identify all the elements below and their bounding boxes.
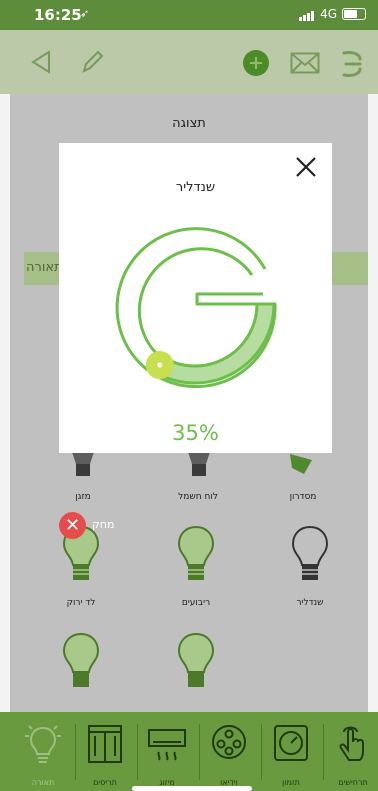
device-label: ריבועים (181, 598, 211, 608)
shutter-icon (88, 725, 122, 763)
bulb-icon-on[interactable] (286, 452, 320, 478)
device-label: לוח חשמל (178, 492, 218, 502)
delete-label: מחק (92, 518, 115, 531)
add-icon[interactable] (242, 49, 270, 77)
nav-label: תאורה (31, 778, 55, 787)
dimmer-level-fill (153, 302, 276, 385)
left-gutter (0, 94, 10, 712)
home-indicator[interactable] (132, 786, 252, 791)
dimmer-dial[interactable] (105, 214, 285, 394)
bulb-icon (25, 725, 61, 763)
device-label: לד ירוק (66, 598, 96, 608)
device-label: מסדרון (289, 492, 317, 502)
device-label: מזגן (75, 492, 91, 502)
menu-logo-icon[interactable] (340, 49, 366, 79)
film-reel-icon (212, 725, 246, 759)
dimmer-percentage: 35% (172, 421, 219, 445)
pencil-edit-icon[interactable] (80, 49, 104, 75)
bulb-icon[interactable] (291, 525, 329, 585)
status-right: 4G (299, 7, 366, 21)
signal-icon (299, 7, 315, 21)
close-icon[interactable] (295, 156, 317, 178)
right-gutter (368, 94, 378, 712)
ac-icon (148, 729, 186, 761)
nav-item-ac[interactable]: מיזוג (136, 714, 198, 791)
modal-title: שנדליר (175, 180, 216, 195)
nav-label: תזמון (282, 778, 300, 787)
bulb-icon-on[interactable] (177, 525, 215, 585)
dimmer-knob-dot (157, 362, 163, 368)
network-label: 4G (320, 7, 337, 21)
bulb-icon[interactable] (182, 452, 216, 478)
status-time: 16:25 (34, 6, 82, 24)
nav-label: תריסים (93, 778, 117, 787)
nav-item-video[interactable]: וידיאו (198, 714, 260, 791)
section-label: תאורה (26, 260, 63, 275)
nav-item-lighting[interactable]: תאורה (12, 714, 74, 791)
top-toolbar (0, 30, 378, 94)
status-bar: 16:25 ➶ 4G (0, 0, 378, 30)
device-label: שנדליר (296, 598, 324, 608)
back-icon[interactable] (30, 50, 52, 74)
mail-icon[interactable] (290, 51, 320, 75)
nav-item-timer[interactable]: תזמון (260, 714, 322, 791)
nav-item-shutters[interactable]: תריסים (74, 714, 136, 791)
location-arrow-icon: ➶ (80, 7, 90, 20)
bulb-icon-on[interactable] (177, 632, 215, 692)
nav-label: תרחישים (338, 778, 368, 787)
bulb-icon-on[interactable] (62, 632, 100, 692)
page-title: תצוגה (172, 116, 206, 131)
timer-icon (274, 725, 308, 761)
nav-item-scenarios[interactable]: תרחישים (322, 714, 378, 791)
bulb-icon[interactable] (66, 452, 100, 478)
delete-button[interactable]: ✕ (59, 512, 86, 539)
hand-touch-icon (339, 726, 364, 761)
battery-icon (342, 8, 366, 20)
